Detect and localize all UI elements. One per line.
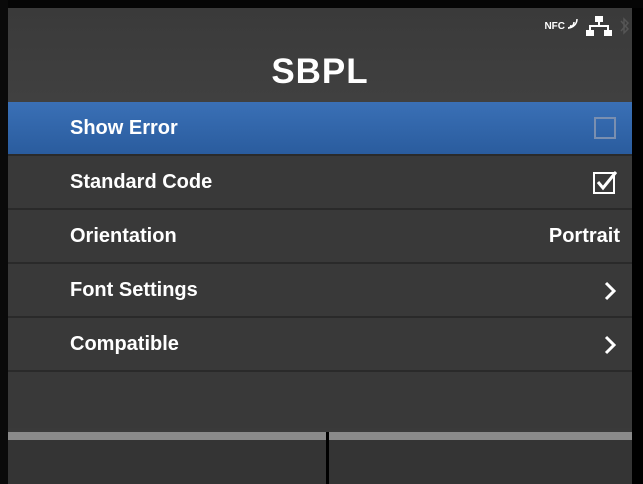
status-icons: NFC <box>544 16 630 36</box>
menu-item-standard-code[interactable]: Standard Code <box>8 156 632 210</box>
softkey-bar <box>8 432 632 440</box>
softkey-left[interactable] <box>8 440 326 484</box>
bezel-left <box>0 0 8 484</box>
softkeys <box>8 440 632 484</box>
menu-item-compatible[interactable]: Compatible <box>8 318 632 372</box>
menu-item-show-error[interactable]: Show Error <box>8 102 632 156</box>
chevron-right-icon <box>604 335 616 355</box>
display-panel: NFC SBPL Show Error Standard Code Orient… <box>8 8 632 484</box>
chevron-right-icon <box>604 281 616 301</box>
nfc-icon: NFC <box>544 18 578 32</box>
page-title: SBPL <box>271 52 369 91</box>
bluetooth-icon <box>620 17 630 35</box>
menu-item-label: Font Settings <box>70 279 198 301</box>
network-icon <box>586 16 612 36</box>
show-error-checkbox[interactable] <box>594 117 616 139</box>
nfc-label: NFC <box>544 20 565 32</box>
printer-display: NFC SBPL Show Error Standard Code Orient… <box>0 0 643 484</box>
menu-item-label: Orientation <box>70 225 177 247</box>
menu-item-label: Show Error <box>70 117 178 139</box>
menu-item-orientation[interactable]: Orientation Portrait <box>8 210 632 264</box>
header: NFC SBPL <box>8 8 632 102</box>
menu-item-label: Compatible <box>70 333 179 355</box>
softkey-left-indicator <box>8 432 326 440</box>
softkey-right-indicator <box>329 432 632 440</box>
orientation-value: Portrait <box>548 225 620 247</box>
menu-item-font-settings[interactable]: Font Settings <box>8 264 632 318</box>
menu-list: Show Error Standard Code Orientation Por… <box>8 102 632 428</box>
menu-item-label: Standard Code <box>70 171 213 193</box>
softkey-right[interactable] <box>329 440 632 484</box>
empty-row <box>8 372 632 428</box>
standard-code-checkbox[interactable] <box>592 169 618 195</box>
bezel-top <box>0 0 643 8</box>
